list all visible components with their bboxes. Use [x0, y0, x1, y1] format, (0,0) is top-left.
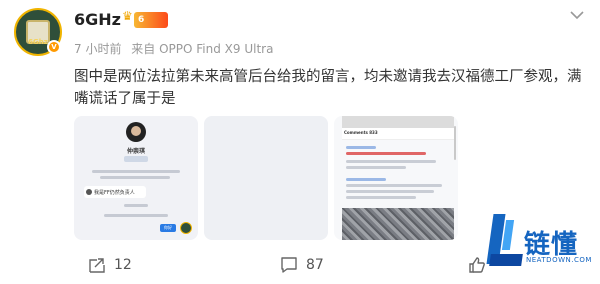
post-image-3[interactable]: Comments 833	[334, 116, 458, 240]
comment-row	[346, 146, 376, 149]
chat-profile-tag	[124, 156, 148, 162]
author-name[interactable]: 6GHz	[74, 10, 121, 29]
share-icon	[89, 258, 105, 273]
chat-reply-bubble: 你好	[160, 224, 176, 232]
post-text: 图中是两位法拉第未来高管后台给我的留言，均未邀请我去汉福德工厂参观，满嘴谎话了属…	[74, 69, 582, 107]
chat-message: 我是FF仍然负责人	[84, 186, 146, 198]
post-source: 来自 OPPO Find X9 Ultra	[131, 42, 274, 56]
comment-icon	[281, 257, 297, 273]
post-image-2[interactable]	[204, 116, 328, 240]
chat-notice-line	[92, 170, 180, 173]
crown-icon: ♛	[122, 9, 133, 23]
comment-count: 87	[306, 257, 324, 273]
share-count: 12	[114, 257, 132, 273]
chat-self-avatar	[180, 222, 192, 234]
comment-row	[346, 196, 416, 199]
comments-bottom-photo	[342, 208, 454, 240]
verified-badge-icon: V	[47, 40, 61, 54]
chat-profile-avatar	[126, 122, 146, 142]
more-options-icon[interactable]	[570, 10, 588, 22]
comment-row-highlight	[346, 152, 426, 155]
comments-title: Comments 833	[344, 130, 378, 135]
chat-notice-line	[100, 176, 170, 179]
post-time: 7 小时前	[74, 42, 122, 56]
chat-timestamp-line	[124, 204, 148, 207]
comment-row	[346, 166, 406, 169]
post-image-1[interactable]: 仲崇琪 我是FF仍然负责人 你好	[74, 116, 198, 240]
vip-level-number: 6	[138, 15, 145, 25]
share-button[interactable]: 12	[88, 256, 132, 274]
comment-row	[346, 190, 434, 193]
comment-button[interactable]: 87	[280, 256, 324, 274]
weibo-post: 6Ghz V 6GHz ♛ 6 7 小时前 来自 OPPO Find X9 Ul…	[0, 0, 600, 284]
watermark-site: NEATDOWN.COM	[526, 256, 592, 264]
comment-row	[346, 160, 436, 163]
watermark-logo: 链懂 NEATDOWN.COM	[484, 212, 594, 284]
chat-profile-name: 仲崇琪	[126, 148, 145, 155]
chat-hint-line	[104, 214, 168, 217]
like-button[interactable]	[468, 256, 494, 274]
comments-scrollbar	[454, 126, 456, 160]
comment-row	[346, 184, 442, 187]
vip-level-badge[interactable]: 6	[134, 12, 168, 28]
thumbs-up-icon	[469, 257, 485, 273]
comment-row	[346, 178, 386, 181]
post-meta: 7 小时前 来自 OPPO Find X9 Ultra	[74, 40, 279, 57]
